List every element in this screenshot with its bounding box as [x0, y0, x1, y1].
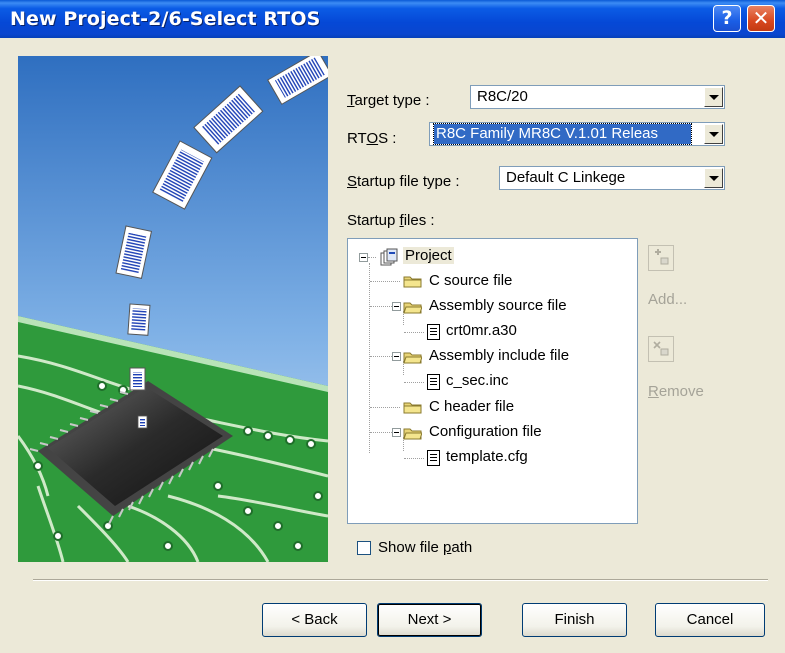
add-label: Add... [648, 291, 688, 308]
folder-icon [403, 400, 422, 414]
collapse-icon[interactable] [392, 428, 401, 437]
collapse-icon[interactable] [392, 302, 401, 311]
rtos-value: R8C Family MR8C V.1.01 Releas [433, 123, 692, 145]
tree-node-configuration[interactable]: Configuration file [429, 423, 542, 440]
next-button[interactable]: Next > [377, 603, 482, 637]
add-file-button[interactable] [648, 245, 674, 271]
wizard-illustration [18, 56, 328, 562]
show-file-path-label: Show file path [378, 539, 473, 556]
target-type-combo[interactable]: R8C/20 [470, 85, 725, 109]
startup-file-type-combo[interactable]: Default C Linkege [499, 166, 725, 190]
remove-label: Remove [648, 383, 704, 400]
help-button[interactable]: ? [713, 5, 741, 32]
chevron-down-icon[interactable] [704, 124, 723, 144]
window-title: New Project-2/6-Select RTOS [10, 8, 321, 30]
tree-node-c-source[interactable]: C source file [429, 272, 512, 289]
rtos-label: RTOS : [347, 130, 397, 147]
collapse-icon[interactable] [392, 352, 401, 361]
remove-file-button[interactable] [648, 336, 674, 362]
folder-open-icon [403, 300, 423, 314]
tree-node-c-sec[interactable]: c_sec.inc [446, 372, 509, 389]
collapse-icon[interactable] [359, 253, 368, 262]
file-icon [427, 450, 440, 466]
back-button[interactable]: < Back [262, 603, 367, 637]
target-type-label: Target type : [347, 92, 430, 109]
file-icon [427, 324, 440, 340]
title-bar: New Project-2/6-Select RTOS ? ✕ [0, 0, 785, 38]
tree-node-assembly-source[interactable]: Assembly source file [429, 297, 567, 314]
folder-open-icon [403, 426, 423, 440]
tree-node-template-cfg[interactable]: template.cfg [446, 448, 528, 465]
chevron-down-icon[interactable] [704, 87, 723, 107]
tree-node-crt0mr[interactable]: crt0mr.a30 [446, 322, 517, 339]
project-icon [380, 248, 398, 266]
target-type-value: R8C/20 [477, 88, 528, 105]
startup-files-tree[interactable]: Project C source file Assembly source fi… [347, 238, 638, 524]
startup-files-label: Startup files : [347, 212, 435, 229]
remove-file-icon [653, 341, 669, 356]
cancel-button[interactable]: Cancel [655, 603, 765, 637]
rtos-combo[interactable]: R8C Family MR8C V.1.01 Releas [429, 122, 725, 146]
tree-node-project[interactable]: Project [403, 247, 454, 264]
separator [33, 579, 768, 581]
tree-node-assembly-include[interactable]: Assembly include file [429, 347, 569, 364]
add-file-icon [655, 249, 669, 265]
finish-button[interactable]: Finish [522, 603, 627, 637]
chevron-down-icon[interactable] [704, 168, 723, 188]
show-file-path-checkbox[interactable] [357, 541, 371, 555]
tree-node-c-header[interactable]: C header file [429, 398, 514, 415]
startup-file-type-label: Startup file type : [347, 173, 460, 190]
file-icon [427, 374, 440, 390]
folder-icon [403, 274, 422, 288]
close-button[interactable]: ✕ [747, 5, 775, 32]
startup-file-type-value: Default C Linkege [506, 169, 626, 186]
folder-open-icon [403, 350, 423, 364]
